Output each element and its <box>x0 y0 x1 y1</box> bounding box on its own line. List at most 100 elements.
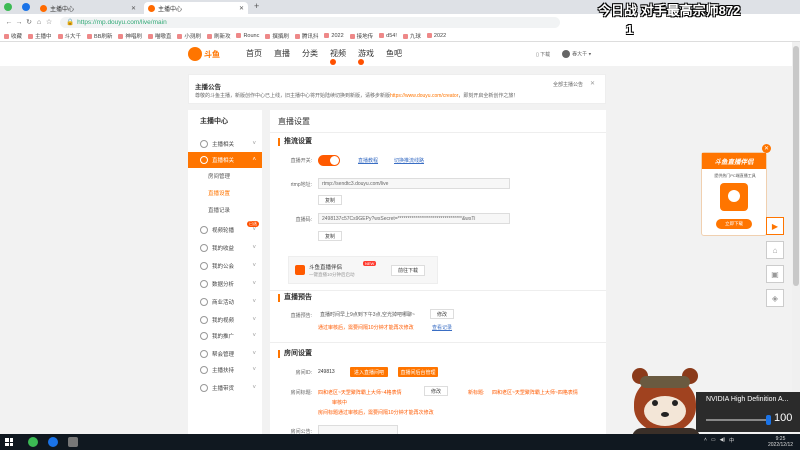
reload-icon[interactable]: ↻ <box>24 18 34 26</box>
sidebar-item-0[interactable]: 主播相关 ˅ <box>188 136 262 152</box>
bookmark-icon <box>177 33 183 39</box>
view-record-link[interactable]: 查看记录 <box>432 324 452 331</box>
live-tutorial-link[interactable]: 直播教程 <box>358 157 378 164</box>
rtmp-address-field[interactable]: rtmp://sendtc3.douyu.com/live <box>318 178 510 189</box>
douyu-logo[interactable]: 斗鱼 <box>188 46 226 62</box>
room-backend-button[interactable]: 直播间后台管理 <box>398 367 438 377</box>
bookmark-item[interactable]: 九球 <box>402 32 421 40</box>
back-icon[interactable]: ← <box>4 19 14 26</box>
browser-menu-icon[interactable] <box>4 3 12 11</box>
browser-taskbar-icon[interactable] <box>28 437 38 447</box>
sidebar-item-label: 主播带货 <box>212 386 235 392</box>
live-switch-toggle[interactable] <box>318 155 340 166</box>
close-icon[interactable]: ✕ <box>762 144 771 153</box>
sidebar-item-3[interactable]: 我的收益 ˅ <box>188 240 262 256</box>
bookmark-item[interactable]: BB刷新 <box>87 32 112 40</box>
bookmark-label: 斗大千 <box>64 33 82 40</box>
live-code-field[interactable]: 2498137c57Cs9GEPy?wsSecret=*************… <box>318 213 510 224</box>
sidebar-item-10[interactable]: 主播扶持 ˅ <box>188 362 262 378</box>
app-taskbar-icon[interactable] <box>68 437 78 447</box>
sidebar-item-label: 我的视频 <box>212 318 235 324</box>
promo-download-button[interactable]: 立即下载 <box>716 219 752 229</box>
nav-fishbar[interactable]: 鱼吧 <box>386 48 414 68</box>
bookmark-item[interactable]: 喵嗷直 <box>147 32 171 40</box>
creator-link[interactable]: https://www.douyu.com/creator <box>390 93 458 99</box>
bookmark-item[interactable]: 小测刷 <box>177 32 201 40</box>
windows-start-icon[interactable] <box>5 438 13 446</box>
enter-room-button[interactable]: 进入直播间吧 <box>350 367 388 377</box>
sidebar-item-label: 我的收益 <box>212 246 235 252</box>
sidebar-item-9[interactable]: 帮会管理 ˅ <box>188 346 262 362</box>
close-icon[interactable]: ✕ <box>131 5 136 12</box>
bookmark-item[interactable]: 斗大千 <box>57 32 82 40</box>
sidebar-item-7[interactable]: 我的视频 ˅ <box>188 312 262 328</box>
bookmark-icon <box>87 33 93 39</box>
taskbar-clock[interactable]: 9:25 2022/12/12 <box>768 436 793 448</box>
sidebar-subitem-0[interactable]: 房间管理 <box>208 172 230 180</box>
screen-tool-icon[interactable]: ▣ <box>766 265 784 283</box>
go-download-button[interactable]: 前往下载 <box>391 265 425 276</box>
bookmark-item[interactable]: Rounc <box>236 33 259 39</box>
sidebar-item-1[interactable]: 直播相关 ˄ <box>188 152 262 168</box>
bookmark-item[interactable]: 接地传 <box>349 32 373 40</box>
bookmark-item[interactable]: 刷新攻 <box>206 32 230 40</box>
bookmark-item[interactable]: 主播中 <box>28 32 52 40</box>
close-icon[interactable]: ✕ <box>239 5 244 12</box>
bookmark-item[interactable]: 腾讯抖 <box>294 32 318 40</box>
bookmark-item[interactable]: d54! <box>379 33 397 39</box>
ime-icon[interactable]: 中 <box>729 437 734 444</box>
edit-title-button[interactable]: 修改 <box>424 386 448 396</box>
sidebar-item-6[interactable]: 商业活动 ˅ <box>188 294 262 310</box>
copy-rtmp-button[interactable]: 复制 <box>318 195 342 205</box>
sidebar-subitem-2[interactable]: 直播记录 <box>208 206 230 214</box>
scrollbar-thumb[interactable] <box>793 46 799 286</box>
url-field[interactable]: 🔒 https://mp.douyu.com/live/main <box>60 16 560 28</box>
nav-live[interactable]: 直播 <box>274 48 302 68</box>
bookmark-item[interactable]: 收藏 <box>4 32 22 40</box>
volume-slider-thumb[interactable] <box>766 415 771 425</box>
speaker-icon[interactable]: ◀) <box>720 437 726 444</box>
forward-icon[interactable]: → <box>14 19 24 26</box>
bookmark-icon <box>28 33 34 39</box>
bookmark-item[interactable]: 神唱刷 <box>118 32 142 40</box>
volume-slider[interactable] <box>706 419 770 421</box>
nav-home[interactable]: 首页 <box>246 48 274 68</box>
bookmark-label: Rounc <box>243 32 260 39</box>
copy-code-button[interactable]: 复制 <box>318 231 342 241</box>
nav-game[interactable]: 游戏 <box>358 48 386 68</box>
new-tab-icon[interactable]: + <box>254 1 259 11</box>
tab-anchor-center-2[interactable]: 主播中心 ✕ <box>144 2 248 14</box>
cube-tool-icon[interactable]: ◈ <box>766 289 784 307</box>
switch-stream-line-link[interactable]: 切换推流线路 <box>394 157 424 164</box>
sidebar-item-5[interactable]: 数据分析 ˅ <box>188 276 262 292</box>
sidebar-item-icon <box>200 366 208 374</box>
star-icon[interactable]: ☆ <box>44 18 54 26</box>
chevron-up-icon[interactable]: ˄ <box>704 437 707 444</box>
tab-label: 主播中心 <box>158 6 183 13</box>
page-scrollbar[interactable] <box>792 42 800 434</box>
edit-notice-button[interactable]: 修改 <box>430 309 454 319</box>
bookmark-icon <box>57 33 63 39</box>
sidebar-subitem-1[interactable]: 直播设置 <box>208 189 230 197</box>
bookmark-item[interactable]: 2022 <box>324 33 344 39</box>
nav-video[interactable]: 视频 <box>330 48 358 68</box>
home-tool-icon[interactable]: ⌂ <box>766 241 784 259</box>
companion-subtitle: 一键直播10分钟后启动 <box>309 272 355 277</box>
play-circle-icon[interactable]: ▶ <box>766 217 784 235</box>
bookmark-item[interactable]: 2022 <box>426 33 446 39</box>
tab-anchor-center-1[interactable]: 主播中心 ✕ <box>36 2 140 14</box>
browser-logo-icon[interactable] <box>22 3 30 11</box>
home-icon[interactable]: ⌂ <box>34 19 44 26</box>
edge-taskbar-icon[interactable] <box>48 437 58 447</box>
user-menu[interactable]: 春大千 ▾ <box>562 50 591 58</box>
network-icon[interactable]: ▭ <box>711 437 716 444</box>
close-icon[interactable]: ✕ <box>590 80 595 87</box>
all-announcements-link[interactable]: 全部主播公告 <box>553 81 583 88</box>
sidebar-title: 主播中心 <box>200 118 228 125</box>
bookmark-item[interactable]: 撰撰刷 <box>265 32 289 40</box>
sidebar-item-4[interactable]: 我的公会 ˅ <box>188 258 262 274</box>
sidebar-item-11[interactable]: 主播带货 ˅ <box>188 380 262 396</box>
download-link[interactable]: ▯ 下载 <box>536 51 550 58</box>
nav-category[interactable]: 分类 <box>302 48 330 68</box>
sidebar-item-8[interactable]: 我的推广 ˅ <box>188 328 262 344</box>
